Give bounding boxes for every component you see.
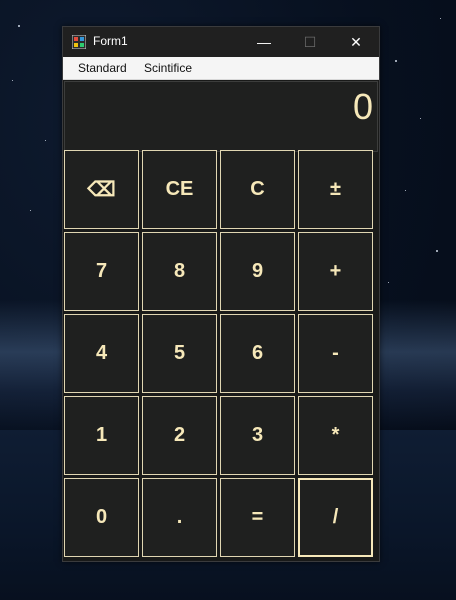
digit-1-button[interactable]: 1: [64, 396, 139, 475]
digit-2-button[interactable]: 2: [142, 396, 217, 475]
star: [420, 118, 421, 119]
backspace-button[interactable]: ⌫: [64, 150, 139, 229]
digit-6-button[interactable]: 6: [220, 314, 295, 393]
star: [30, 210, 31, 211]
negate-button[interactable]: ±: [298, 150, 373, 229]
star: [388, 282, 389, 283]
divide-button[interactable]: /: [298, 478, 373, 557]
minimize-button[interactable]: —: [241, 27, 287, 57]
title-bar[interactable]: Form1 — ☐ ✕: [63, 27, 379, 57]
digit-5-button[interactable]: 5: [142, 314, 217, 393]
equals-button[interactable]: =: [220, 478, 295, 557]
window-title: Form1: [93, 34, 128, 48]
add-button[interactable]: +: [298, 232, 373, 311]
keypad: ⌫ CE C ± 7 8 9 + 4 5 6 - 1 2 3 * 0 . = /: [64, 150, 378, 560]
star: [395, 60, 397, 62]
minimize-icon: —: [257, 34, 271, 50]
star: [45, 140, 46, 141]
menu-bar: Standard Scintifice: [63, 57, 379, 80]
result-display: 0: [64, 81, 378, 152]
star: [440, 18, 441, 19]
subtract-button[interactable]: -: [298, 314, 373, 393]
digit-0-button[interactable]: 0: [64, 478, 139, 557]
maximize-icon: ☐: [303, 33, 317, 50]
star: [18, 25, 20, 27]
star: [436, 250, 438, 252]
display-value: 0: [352, 86, 373, 127]
digit-9-button[interactable]: 9: [220, 232, 295, 311]
close-icon: ✕: [350, 33, 362, 50]
menu-item-standard[interactable]: Standard: [78, 61, 127, 75]
clear-button[interactable]: C: [220, 150, 295, 229]
app-icon: [72, 35, 86, 49]
close-button[interactable]: ✕: [333, 27, 379, 57]
star: [405, 190, 406, 191]
digit-7-button[interactable]: 7: [64, 232, 139, 311]
digit-8-button[interactable]: 8: [142, 232, 217, 311]
backspace-icon: ⌫: [87, 179, 116, 201]
digit-3-button[interactable]: 3: [220, 396, 295, 475]
clear-entry-button[interactable]: CE: [142, 150, 217, 229]
maximize-button[interactable]: ☐: [287, 27, 333, 57]
digit-4-button[interactable]: 4: [64, 314, 139, 393]
menu-item-scientific[interactable]: Scintifice: [144, 61, 192, 75]
star: [12, 80, 13, 81]
decimal-button[interactable]: .: [142, 478, 217, 557]
multiply-button[interactable]: *: [298, 396, 373, 475]
calculator-window: Form1 — ☐ ✕ Standard Scintifice 0 ⌫ CE C…: [62, 26, 380, 562]
